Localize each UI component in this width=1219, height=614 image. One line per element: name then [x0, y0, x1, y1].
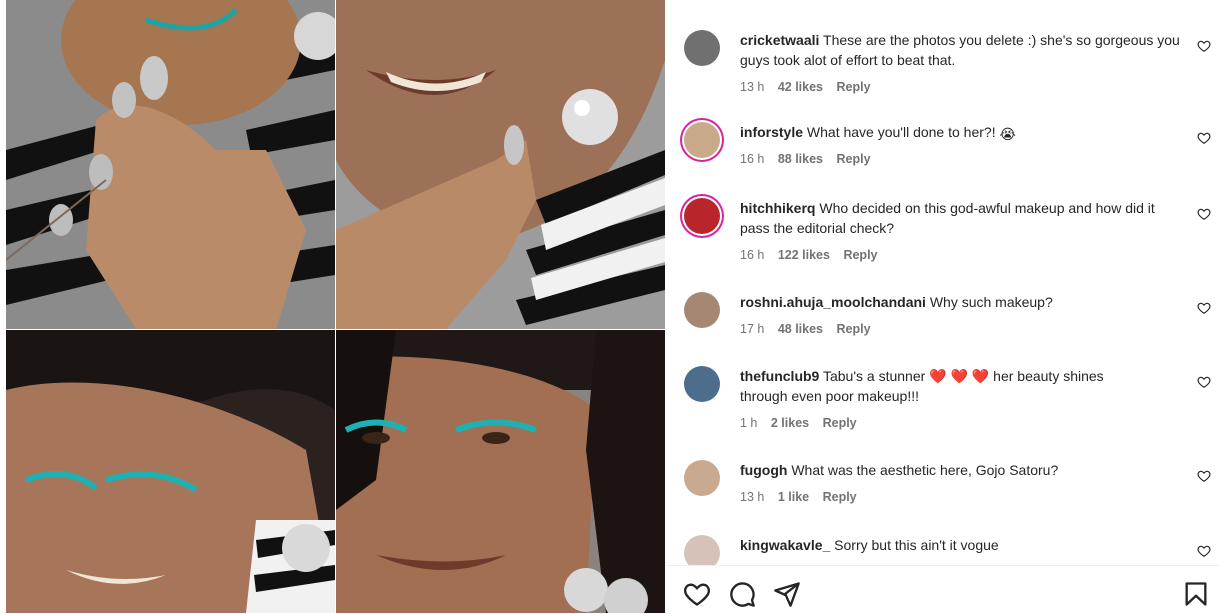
comment-meta: 1 h 2 likes Reply	[740, 416, 867, 430]
comment-username[interactable]: cricketwaali	[740, 32, 819, 48]
comment-body: What was the aesthetic here, Gojo Satoru…	[791, 462, 1059, 478]
comment-likes[interactable]: 122 likes	[778, 248, 830, 262]
avatar[interactable]	[684, 535, 720, 565]
photo-smiling	[336, 0, 665, 329]
post-action-bar	[666, 565, 1219, 614]
comment-likes[interactable]: 42 likes	[778, 80, 823, 94]
reply-button[interactable]: Reply	[843, 248, 877, 262]
comment-username[interactable]: thefunclub9	[740, 368, 819, 384]
comment-username[interactable]: kingwakavle_	[740, 537, 830, 553]
reply-button[interactable]: Reply	[837, 80, 871, 94]
comment-body: Sorry but this ain't it vogue	[834, 537, 999, 553]
reply-button[interactable]: Reply	[823, 416, 857, 430]
comment-text: inforstyle What have you'll done to her?…	[740, 122, 1180, 144]
avatar[interactable]	[684, 460, 720, 496]
like-comment-heart-icon[interactable]	[1197, 544, 1211, 558]
comment-time: 16 h	[740, 248, 765, 262]
comment-likes[interactable]: 1 like	[778, 490, 809, 504]
bookmark-icon[interactable]	[1182, 580, 1210, 608]
comment-time: 17 h	[740, 322, 765, 336]
comment-text: cricketwaali These are the photos you de…	[740, 30, 1180, 70]
red-heart-emoji-icon: ❤️	[971, 368, 990, 384]
comment-body: What have you'll done to her?!	[806, 124, 996, 140]
comment-time: 16 h	[740, 152, 765, 166]
comment-text: fugogh What was the aesthetic here, Gojo…	[740, 460, 1180, 480]
like-comment-heart-icon[interactable]	[1197, 207, 1211, 221]
photo-portrait	[336, 330, 665, 613]
comment-text: hitchhikerq Who decided on this god-awfu…	[740, 198, 1180, 238]
avatar[interactable]	[684, 366, 720, 402]
post-media[interactable]	[0, 0, 665, 613]
comment-meta: 16 h 122 likes Reply	[740, 248, 888, 262]
avatar[interactable]	[684, 292, 720, 328]
avatar[interactable]	[684, 30, 720, 66]
photo-eyeliner-closeup-art	[6, 330, 335, 613]
comment-body: Why such makeup?	[929, 294, 1053, 310]
avatar[interactable]	[684, 122, 720, 158]
comment-text: kingwakavle_ Sorry but this ain't it vog…	[740, 535, 1180, 555]
reply-button[interactable]: Reply	[837, 152, 871, 166]
comment-text: roshni.ahuja_moolchandani Why such makeu…	[740, 292, 1180, 312]
comment-likes[interactable]: 88 likes	[778, 152, 823, 166]
reply-button[interactable]: Reply	[823, 490, 857, 504]
like-heart-icon[interactable]	[683, 580, 711, 608]
comment-username[interactable]: hitchhikerq	[740, 200, 815, 216]
comment-meta: 13 h 1 like Reply	[740, 490, 867, 504]
comment-time: 13 h	[740, 490, 765, 504]
photo-eyeliner-closeup	[6, 330, 335, 613]
comment-body: Tabu's a stunner	[822, 368, 926, 384]
comment-time: 13 h	[740, 80, 765, 94]
like-comment-heart-icon[interactable]	[1197, 301, 1211, 315]
comment-time: 1 h	[740, 416, 758, 430]
red-heart-emoji-icon: ❤️	[929, 368, 947, 384]
like-comment-heart-icon[interactable]	[1197, 375, 1211, 389]
comment-username[interactable]: fugogh	[740, 462, 787, 478]
photo-portrait-art	[336, 330, 665, 613]
reply-button[interactable]: Reply	[837, 322, 871, 336]
comment-username[interactable]: inforstyle	[740, 124, 803, 140]
red-heart-emoji-icon: ❤️	[950, 368, 968, 384]
comment-meta: 13 h 42 likes Reply	[740, 80, 881, 94]
share-paper-plane-icon[interactable]	[773, 580, 801, 608]
comment-username[interactable]: roshni.ahuja_moolchandani	[740, 294, 926, 310]
crying-emoji-icon: 😭	[999, 126, 1016, 142]
comment-bubble-icon[interactable]	[728, 580, 756, 608]
like-comment-heart-icon[interactable]	[1197, 469, 1211, 483]
comment-meta: 16 h 88 likes Reply	[740, 152, 881, 166]
like-comment-heart-icon[interactable]	[1197, 39, 1211, 53]
comment-text: thefunclub9 Tabu's a stunner ❤️ ❤️ ❤️ he…	[740, 366, 1150, 406]
photo-smiling-art	[336, 0, 665, 329]
comment-likes[interactable]: 2 likes	[771, 416, 809, 430]
comment-meta: 17 h 48 likes Reply	[740, 322, 881, 336]
comments-list[interactable]: cricketwaali These are the photos you de…	[666, 0, 1219, 565]
photo-laughing	[6, 0, 335, 329]
photo-laughing-art	[6, 0, 335, 329]
comment-likes[interactable]: 48 likes	[778, 322, 823, 336]
like-comment-heart-icon[interactable]	[1197, 131, 1211, 145]
avatar[interactable]	[684, 198, 720, 234]
